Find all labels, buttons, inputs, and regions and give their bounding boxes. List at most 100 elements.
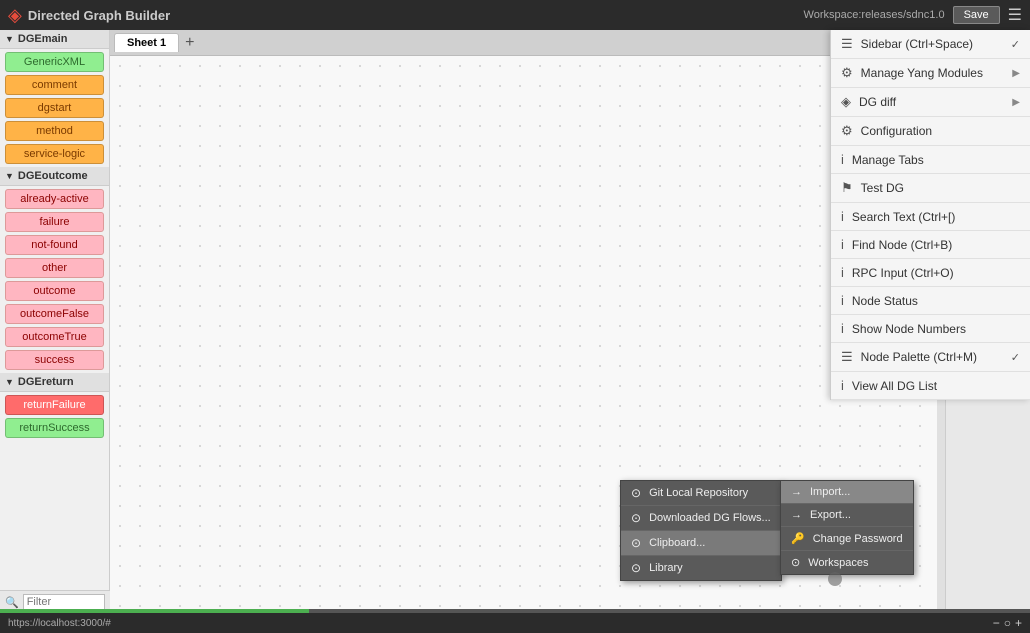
zoom-plus-button[interactable]: + [1015, 616, 1022, 630]
menu-configuration-label: Configuration [861, 124, 932, 138]
menu-show-node-numbers-label: Show Node Numbers [852, 322, 966, 336]
submenu-workspaces[interactable]: ⊙ Workspaces [781, 551, 913, 574]
password-sub-icon: 🔑 [791, 532, 805, 545]
node-method[interactable]: method [5, 121, 104, 141]
app-title: Directed Graph Builder [28, 8, 170, 23]
tabs-bar: Sheet 1 + [110, 30, 945, 56]
menu-node-status[interactable]: i Node Status [831, 287, 1030, 315]
nodenums-menu-icon: i [841, 321, 844, 336]
section-dgemain[interactable]: ▼ DGEmain [0, 30, 109, 49]
hamburger-menu-icon[interactable]: ☰ [1008, 5, 1022, 25]
menu-test-dg-label: Test DG [861, 181, 904, 195]
ctx-git-local[interactable]: ⊙ Git Local Repository [621, 481, 781, 506]
submenu-import[interactable]: → Import... [781, 481, 913, 504]
section-dgeoutcome-label: DGEoutcome [18, 170, 88, 182]
node-dgstart[interactable]: dgstart [5, 98, 104, 118]
section-dgereturn[interactable]: ▼ DGEreturn [0, 373, 109, 392]
submenu-change-password-label: Change Password [813, 533, 903, 545]
url-bar: https://localhost:3000/# [8, 618, 111, 629]
ctx-library[interactable]: ⊙ Library [621, 556, 781, 580]
import-sub-icon: → [791, 486, 802, 498]
section-dgereturn-label: DGEreturn [18, 376, 74, 388]
rpc-menu-icon: i [841, 265, 844, 280]
menu-node-palette-label: Node Palette (Ctrl+M) [861, 350, 977, 364]
node-outcome[interactable]: outcome [5, 281, 104, 301]
node-success[interactable]: success [5, 350, 104, 370]
submenu-export-label: Export... [810, 509, 851, 521]
menu-search-text[interactable]: i Search Text (Ctrl+[) [831, 203, 1030, 231]
menu-manage-yang-label: Manage Yang Modules [861, 66, 983, 80]
node-comment[interactable]: comment [5, 75, 104, 95]
add-tab-button[interactable]: + [185, 35, 194, 51]
menu-configuration[interactable]: ⚙ Configuration [831, 117, 1030, 146]
workspace-label: Workspace:releases/sdnc1.0 [804, 9, 945, 21]
menu-find-node[interactable]: i Find Node (Ctrl+B) [831, 231, 1030, 259]
save-button[interactable]: Save [953, 6, 1000, 24]
node-service-logic[interactable]: service-logic [5, 144, 104, 164]
menu-test-dg[interactable]: ⚑ Test DG [831, 174, 1030, 203]
menu-search-text-label: Search Text (Ctrl+[) [852, 210, 955, 224]
menu-view-all-dg[interactable]: i View All DG List [831, 372, 1030, 400]
filter-icon: 🔍 [5, 596, 19, 609]
ctx-library-label: Library [649, 562, 683, 574]
ctx-clipboard[interactable]: ⊙ Clipboard... [621, 531, 781, 556]
node-genericxml[interactable]: GenericXML [5, 52, 104, 72]
menu-show-node-numbers[interactable]: i Show Node Numbers [831, 315, 1030, 343]
ctx-downloaded-dg[interactable]: ⊙ Downloaded DG Flows... [621, 506, 781, 531]
node-returnsuccess[interactable]: returnSuccess [5, 418, 104, 438]
ctx-git-local-label: Git Local Repository [649, 487, 748, 499]
tabs-menu-icon: i [841, 152, 844, 167]
nodestatus-menu-icon: i [841, 293, 844, 308]
topbar-left: ◈ Directed Graph Builder [8, 5, 170, 26]
menu-dg-diff[interactable]: ◈ DG diff ▶ [831, 88, 1030, 117]
arrow-right-icon: ▶ [1012, 97, 1020, 108]
collapse-arrow-icon: ▼ [5, 377, 14, 387]
context-menu: ⊙ Git Local Repository ⊙ Downloaded DG F… [620, 480, 782, 581]
arrow-right-icon: ▶ [1012, 68, 1020, 79]
node-outcometrue[interactable]: outcomeTrue [5, 327, 104, 347]
submenu-export[interactable]: → Export... [781, 504, 913, 527]
app-logo-icon: ◈ [8, 5, 22, 26]
node-already-active[interactable]: already-active [5, 189, 104, 209]
filter-input[interactable] [23, 594, 105, 610]
section-dgeoutcome[interactable]: ▼ DGEoutcome [0, 167, 109, 186]
node-failure[interactable]: failure [5, 212, 104, 232]
check-icon: ✓ [1011, 38, 1020, 51]
menu-node-palette[interactable]: ☰ Node Palette (Ctrl+M) ✓ [831, 343, 1030, 372]
export-sub-icon: → [791, 509, 802, 521]
collapse-arrow-icon: ▼ [5, 34, 14, 44]
node-outcomefalse[interactable]: outcomeFalse [5, 304, 104, 324]
viewdg-menu-icon: i [841, 378, 844, 393]
menu-rpc-input[interactable]: i RPC Input (Ctrl+O) [831, 259, 1030, 287]
menu-node-status-label: Node Status [852, 294, 918, 308]
git-ctx-icon: ⊙ [631, 486, 641, 500]
tab-sheet1[interactable]: Sheet 1 [114, 33, 179, 52]
palette-menu-icon: ☰ [841, 349, 853, 365]
test-menu-icon: ⚑ [841, 180, 853, 196]
submenu-workspaces-label: Workspaces [808, 557, 868, 569]
menu-dg-diff-label: DG diff [859, 95, 896, 109]
zoom-minus-button[interactable]: − [993, 616, 1000, 630]
menu-sidebar-label: Sidebar (Ctrl+Space) [861, 37, 973, 51]
zoom-reset-button[interactable]: ○ [1004, 616, 1011, 630]
library-ctx-icon: ⊙ [631, 561, 641, 575]
menu-manage-tabs-label: Manage Tabs [852, 153, 924, 167]
bottom-bar: https://localhost:3000/# − ○ + [0, 613, 1030, 633]
clipboard-ctx-icon: ⊙ [631, 536, 641, 550]
node-not-found[interactable]: not-found [5, 235, 104, 255]
find-menu-icon: i [841, 237, 844, 252]
section-dgemain-label: DGEmain [18, 33, 68, 45]
menu-view-all-dg-label: View All DG List [852, 379, 937, 393]
sidebar-menu-icon: ☰ [841, 36, 853, 52]
left-sidebar: ▼ DGEmain GenericXML comment dgstart met… [0, 30, 110, 633]
workspaces-sub-icon: ⊙ [791, 556, 800, 569]
node-returnfailure[interactable]: returnFailure [5, 395, 104, 415]
menu-find-node-label: Find Node (Ctrl+B) [852, 238, 952, 252]
submenu-import-label: Import... [810, 486, 850, 498]
node-other[interactable]: other [5, 258, 104, 278]
menu-manage-tabs[interactable]: i Manage Tabs [831, 146, 1030, 174]
menu-manage-yang[interactable]: ⚙ Manage Yang Modules ▶ [831, 59, 1030, 88]
progress-bar [0, 609, 1030, 613]
submenu-change-password[interactable]: 🔑 Change Password [781, 527, 913, 551]
menu-sidebar[interactable]: ☰ Sidebar (Ctrl+Space) ✓ [831, 30, 1030, 59]
